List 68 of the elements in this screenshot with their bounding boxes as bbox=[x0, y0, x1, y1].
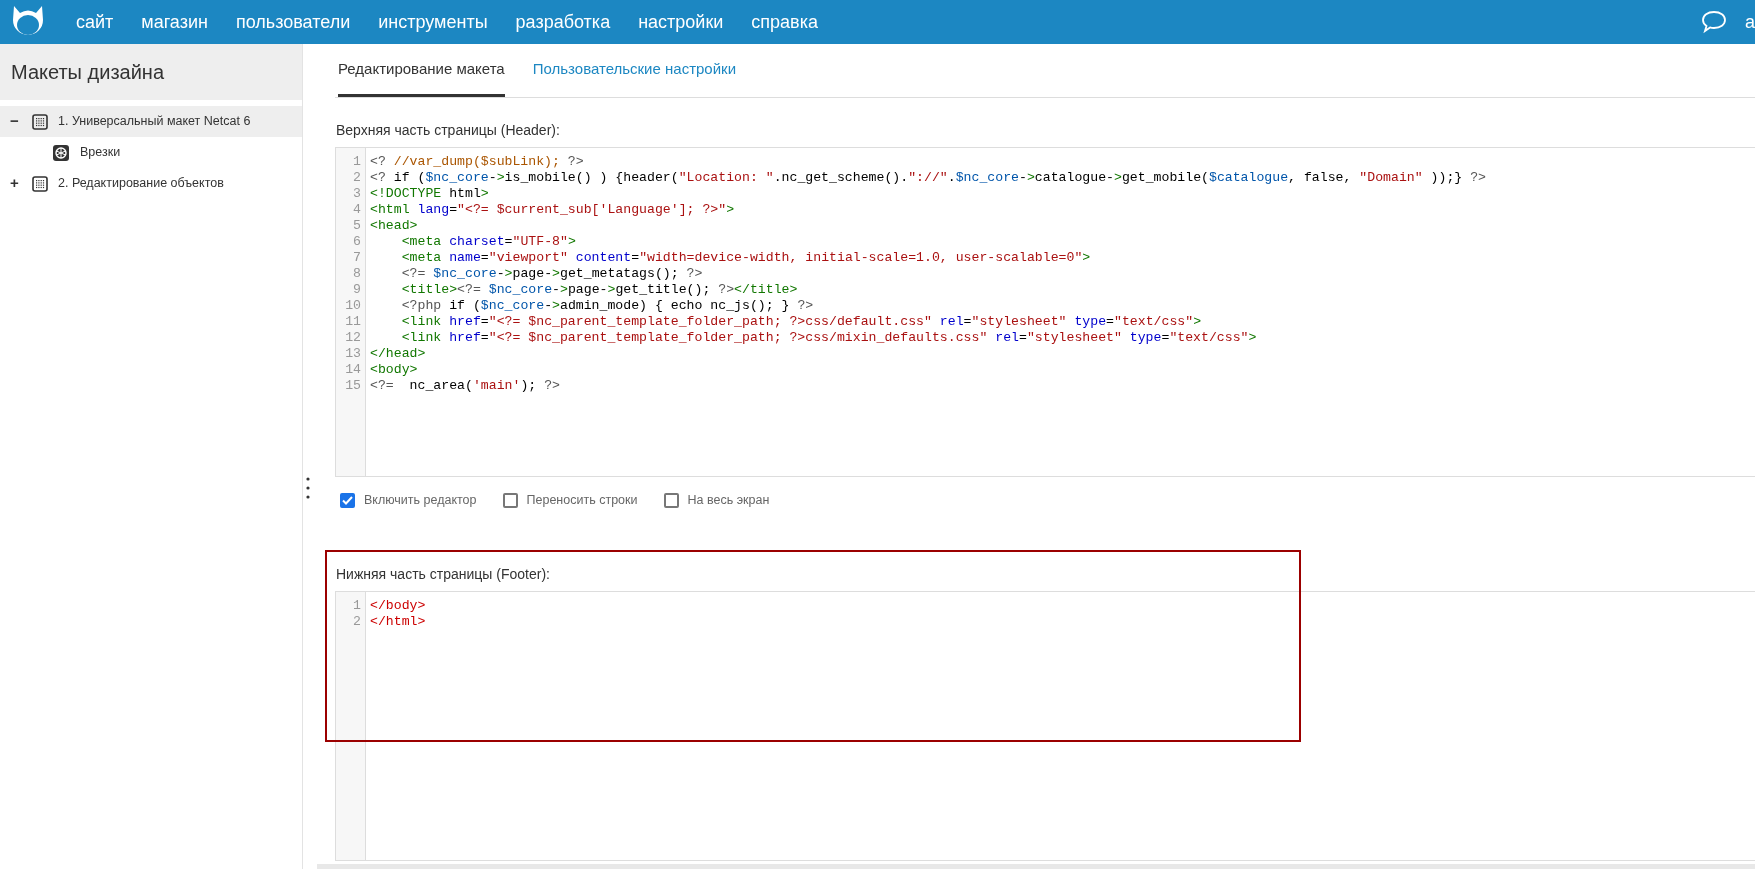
nav-menu-link[interactable]: разработка bbox=[501, 8, 625, 36]
line-number: 8 bbox=[352, 266, 361, 282]
section-label: Нижняя часть страницы (Footer): bbox=[336, 564, 551, 584]
code-editor[interactable]: 1 2 </body> </html> bbox=[335, 590, 1755, 861]
line-number: 14 bbox=[344, 362, 361, 378]
code-editor[interactable] bbox=[335, 147, 1755, 477]
chat-bubble-icon[interactable] bbox=[1701, 10, 1727, 34]
expand-toggle[interactable]: + bbox=[10, 172, 24, 195]
tree-item[interactable]: − 1. Универсальный макет Netcat 6 bbox=[0, 106, 302, 137]
tree-item[interactable]: + 2. Редактирование объектов bbox=[0, 168, 302, 199]
code-line: <link href="<?= $nc_parent_template_folder_path; ?>css/mixin_defaults.css" rel="stylesheet" type="text/css"> bbox=[400, 330, 1258, 346]
code-line: <!DOCTYPE html> bbox=[370, 186, 490, 202]
tree-item-label: 2. Редактирование объектов bbox=[58, 175, 224, 193]
line-number: 12 bbox=[344, 330, 361, 346]
code-line: </head> bbox=[370, 346, 427, 362]
nav-menu-link[interactable]: справка bbox=[737, 8, 832, 36]
section-label: Верхняя часть страницы (Header): bbox=[336, 121, 561, 140]
line-number: 10 bbox=[344, 298, 361, 314]
line-number: 2 bbox=[352, 170, 361, 186]
line-number: 9 bbox=[352, 282, 361, 298]
tab[interactable]: Пользовательские настройки bbox=[532, 57, 736, 97]
line-number: 2 bbox=[352, 613, 361, 630]
line-number: 7 bbox=[352, 250, 361, 266]
grid-square-icon bbox=[32, 113, 48, 130]
checkbox-option[interactable]: Включить редактор bbox=[340, 491, 477, 510]
nav-menu-link[interactable]: сайт bbox=[62, 8, 128, 36]
nav-menu-link[interactable]: пользователи bbox=[221, 8, 365, 36]
tree-item-label: 1. Универсальный макет Netcat 6 bbox=[58, 113, 251, 131]
code-line: </html> bbox=[370, 613, 426, 630]
tab[interactable]: Редактирование макета bbox=[338, 57, 505, 97]
code-line: <html lang="<?= $current_sub['Language']; ?>"> bbox=[370, 202, 736, 218]
line-number: 6 bbox=[352, 234, 361, 250]
line-number: 5 bbox=[352, 218, 361, 234]
line-number: 1 bbox=[352, 154, 361, 170]
line-number: 15 bbox=[344, 378, 361, 394]
code-line: <?= nc_area('main'); ?> bbox=[370, 378, 561, 394]
code-line: <? //var_dump($subLink); ?> bbox=[370, 154, 585, 170]
nav-menu-link[interactable]: инструменты bbox=[364, 8, 502, 36]
code-line: <title><?= $nc_core->page->get_title(); ?></title> bbox=[400, 282, 799, 298]
code-line: <meta name="viewport" content="width=device-width, initial-scale=1.0, user-scalable=0"> bbox=[400, 250, 1092, 266]
user-name[interactable]: a bbox=[1745, 8, 1755, 36]
line-number: 11 bbox=[344, 314, 361, 330]
code-line: <? if ($nc_core->is_mobile() ) {header("Location: ".nc_get_scheme()."://".$nc_core->catalogue->get_mobile($catalogue, false, "Domain" ));} ?> bbox=[370, 170, 1486, 186]
checkbox[interactable] bbox=[340, 492, 355, 508]
line-number: 13 bbox=[344, 346, 361, 362]
code-line: </body> bbox=[370, 597, 426, 614]
checkbox[interactable] bbox=[663, 492, 679, 508]
expand-toggle[interactable]: − bbox=[10, 110, 24, 133]
nav-menu-link[interactable]: магазин bbox=[127, 8, 222, 36]
tree-item-label: Врезки bbox=[80, 144, 121, 162]
line-number: 3 bbox=[352, 186, 361, 202]
line-number: 1 bbox=[352, 597, 361, 614]
aperture-icon bbox=[52, 143, 70, 162]
code-line: <?= $nc_core->page->get_metatags(); ?> bbox=[400, 266, 704, 282]
code-line: <?php if ($nc_core->admin_mode) { echo nc_js(); } ?> bbox=[400, 298, 815, 314]
grid-square-icon bbox=[32, 175, 48, 192]
line-number: 4 bbox=[352, 202, 361, 218]
code-line: <meta charset="UTF-8"> bbox=[400, 234, 577, 250]
checkbox-option[interactable]: На весь экран bbox=[663, 491, 770, 510]
code-line: <body> bbox=[370, 362, 419, 378]
code-line: <head> bbox=[370, 218, 419, 234]
checkbox-option[interactable]: Переносить строки bbox=[502, 491, 638, 510]
checkbox[interactable] bbox=[502, 492, 518, 508]
sidebar-title: Макеты дизайна bbox=[0, 44, 302, 100]
code-line: <link href="<?= $nc_parent_template_folder_path; ?>css/default.css" rel="stylesheet" type="text/css"> bbox=[400, 314, 1203, 330]
nav-menu-link[interactable]: настройки bbox=[624, 8, 738, 36]
drag-handle-icon[interactable] bbox=[306, 476, 310, 500]
tree-item[interactable]: Врезки bbox=[0, 137, 302, 168]
